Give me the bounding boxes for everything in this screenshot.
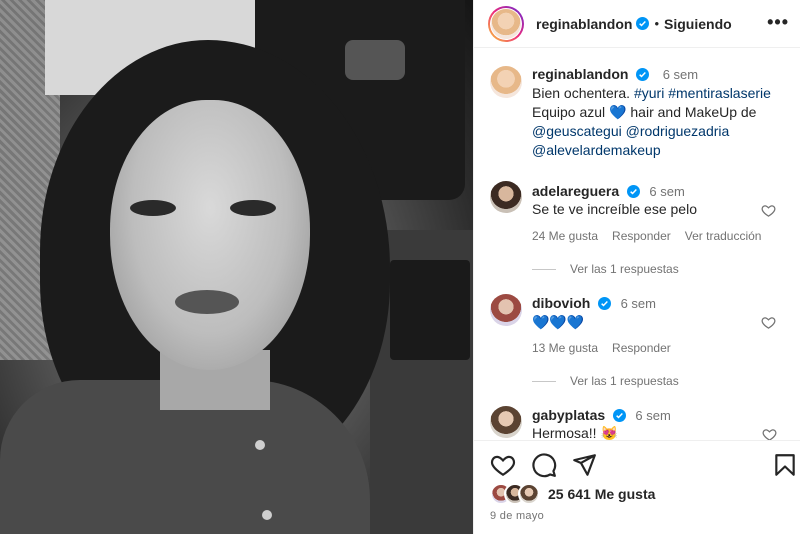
caption-author-avatar[interactable] [490, 66, 522, 98]
photo-right-eye [230, 200, 276, 216]
comment-text: Hermosa!! 😻 [532, 425, 618, 440]
comment-avatar[interactable] [490, 181, 522, 213]
verified-badge-icon [626, 185, 640, 198]
save-bookmark-icon[interactable] [772, 452, 798, 478]
likes-count[interactable]: 25 641 Me gusta [548, 486, 655, 502]
like-comment-heart-icon[interactable] [761, 203, 776, 218]
mention-link[interactable]: @geuscategui [532, 123, 622, 139]
caption-time[interactable]: 6 sem [663, 67, 698, 82]
comment-meta: 24 Me gusta Responder Ver traducción [532, 229, 775, 243]
comment-username[interactable]: dibovioh [532, 295, 590, 311]
comment-text: Se te ve increíble ese pelo [532, 201, 697, 217]
comment-likes-count[interactable]: 24 Me gusta [532, 229, 598, 243]
mention-link[interactable]: @rodriguezadria [626, 123, 730, 139]
blue-heart-emoji: 💙 [609, 104, 627, 120]
separator-dot: • [654, 16, 660, 31]
comment-avatar[interactable] [490, 294, 522, 326]
like-heart-icon[interactable] [490, 452, 516, 478]
replies-line [532, 268, 556, 270]
author-avatar[interactable] [488, 5, 524, 42]
comment-likes-count[interactable]: 13 Me gusta [532, 341, 598, 355]
comment-partial: gabyplatas 6 sem Hermosa!! 😻 [474, 400, 800, 440]
view-replies-label[interactable]: Ver las 1 respuestas [570, 374, 679, 388]
more-options-icon[interactable]: ••• [767, 12, 789, 33]
comment-header: adelareguera 6 sem [532, 183, 685, 199]
reply-button[interactable]: Responder [612, 341, 671, 355]
view-replies-button[interactable]: Ver las 1 respuestas [532, 262, 679, 276]
liker-avatar [518, 483, 540, 505]
verified-badge-icon [636, 17, 650, 30]
caption-line2-text: hair and MakeUp de [626, 104, 757, 120]
post-date[interactable]: 9 de mayo [490, 510, 544, 522]
view-replies-label[interactable]: Ver las 1 respuestas [570, 262, 679, 276]
likes-row[interactable]: 25 641 Me gusta [490, 483, 655, 505]
comment-username[interactable]: adelareguera [532, 183, 619, 199]
photo-shirt-button [262, 510, 272, 520]
comment-username[interactable]: gabyplatas [532, 407, 605, 423]
share-paper-plane-icon[interactable] [571, 452, 597, 478]
hashtag-link[interactable]: #yuri [634, 85, 664, 101]
comment-time[interactable]: 6 sem [635, 408, 670, 423]
author-avatar-image [491, 8, 521, 39]
post-photo[interactable] [0, 0, 473, 534]
photo-shirt-button [255, 440, 265, 450]
caption-header: reginablandon 6 sem [532, 66, 698, 82]
photo-left-eye [130, 200, 176, 216]
author-username[interactable]: reginablandon [536, 16, 632, 32]
following-button[interactable]: Siguiendo [664, 16, 732, 32]
comment-meta: 13 Me gusta Responder [532, 341, 685, 355]
translate-button[interactable]: Ver traducción [685, 229, 762, 243]
comment-header: dibovioh 6 sem [532, 295, 656, 311]
comment-time[interactable]: 6 sem [649, 184, 684, 199]
post-header: reginablandon • Siguiendo ••• [474, 0, 800, 48]
photo-face [110, 100, 310, 370]
hashtag-link[interactable]: #mentiraslaserie [668, 85, 771, 101]
mention-link[interactable]: @alevelardemakeup [532, 142, 661, 158]
caption-line2-text: Equipo azul [532, 104, 610, 120]
verified-badge-icon [636, 68, 650, 81]
caption-line1-text: Bien ochentera. [532, 85, 634, 101]
view-replies-button[interactable]: Ver las 1 respuestas [532, 374, 679, 388]
comment-header: gabyplatas 6 sem [532, 407, 671, 423]
comment-time[interactable]: 6 sem [621, 296, 656, 311]
reply-button[interactable]: Responder [612, 229, 671, 243]
photo-lips [175, 290, 239, 314]
like-comment-heart-icon[interactable] [762, 427, 777, 440]
comment-avatar[interactable] [490, 406, 522, 438]
replies-line [532, 380, 556, 382]
caption-text: Bien ochentera. #yuri #mentiraslaserie E… [532, 84, 782, 160]
comment-text: 💙💙💙 [532, 314, 585, 330]
verified-badge-icon [612, 409, 626, 422]
caption-username[interactable]: reginablandon [532, 66, 628, 82]
verified-badge-icon [597, 297, 611, 310]
post-panel: reginablandon • Siguiendo ••• reginablan… [473, 0, 800, 534]
liker-avatars [490, 483, 546, 505]
like-comment-heart-icon[interactable] [761, 315, 776, 330]
comment-bubble-icon[interactable] [531, 452, 557, 478]
photo-background-speaker [390, 260, 470, 360]
